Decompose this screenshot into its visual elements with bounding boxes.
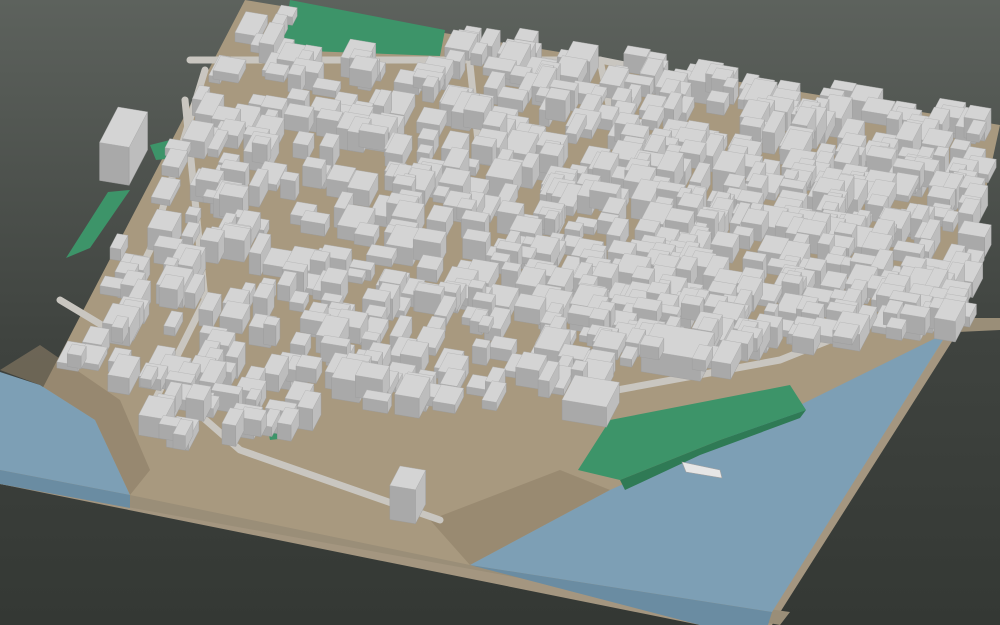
building bbox=[362, 389, 392, 414]
building bbox=[99, 106, 148, 186]
building bbox=[295, 354, 323, 384]
building bbox=[283, 102, 315, 134]
building bbox=[358, 122, 389, 152]
viewport[interactable] bbox=[0, 0, 1000, 625]
building bbox=[885, 316, 907, 341]
building bbox=[791, 322, 821, 356]
building bbox=[345, 267, 367, 285]
building bbox=[263, 315, 281, 347]
building bbox=[353, 221, 380, 248]
building bbox=[416, 254, 444, 283]
building bbox=[312, 77, 342, 99]
building bbox=[471, 338, 491, 366]
building bbox=[300, 210, 331, 237]
building bbox=[513, 293, 547, 325]
building bbox=[264, 62, 290, 83]
building bbox=[545, 87, 571, 123]
city-model-canvas[interactable] bbox=[0, 0, 1000, 625]
building bbox=[66, 343, 87, 369]
building bbox=[349, 55, 379, 89]
building bbox=[544, 209, 560, 237]
building bbox=[280, 170, 300, 201]
building bbox=[639, 334, 665, 361]
building bbox=[706, 90, 730, 116]
building bbox=[185, 206, 202, 226]
building bbox=[302, 156, 327, 190]
building bbox=[251, 135, 272, 165]
